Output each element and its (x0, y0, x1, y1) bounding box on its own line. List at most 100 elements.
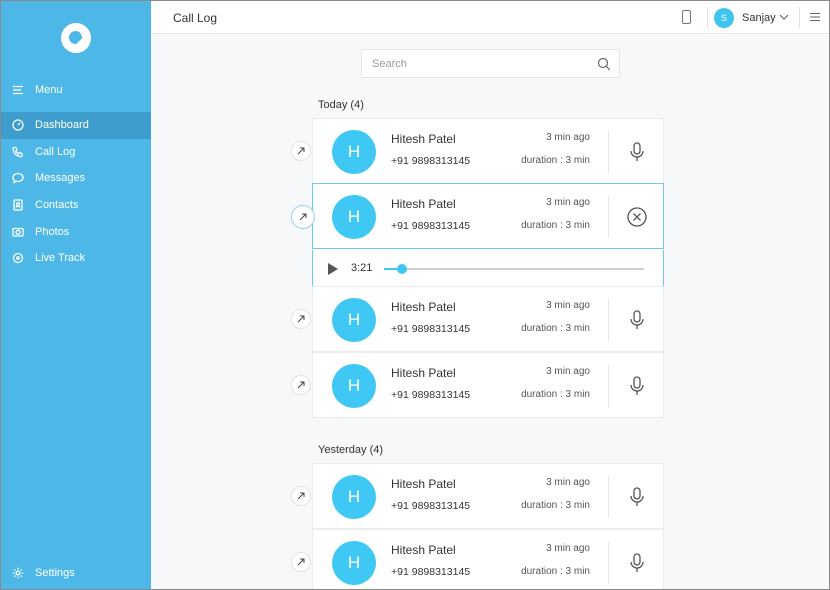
recording-button[interactable] (625, 308, 649, 332)
play-icon[interactable] (328, 263, 338, 275)
contact-avatar: H (332, 195, 376, 239)
outgoing-call-icon (291, 552, 311, 572)
call-time: 3 min ago (546, 132, 590, 143)
contact-number: +91 9898313145 (391, 500, 471, 512)
chevron-down-icon[interactable] (778, 11, 790, 23)
sidebar: Menu Dashboard Call Log Messages Contact… (1, 1, 151, 589)
call-time: 3 min ago (546, 300, 590, 311)
contact-avatar: H (332, 475, 376, 519)
app-logo (61, 23, 91, 53)
outgoing-call-icon (291, 375, 311, 395)
search-input[interactable] (372, 56, 582, 72)
divider (608, 365, 609, 407)
top-bar: Call Log S Sanjay (151, 1, 829, 34)
recording-button[interactable] (625, 140, 649, 164)
menu-toggle[interactable]: Menu (1, 81, 151, 99)
sidebar-item-messages[interactable]: Messages (1, 165, 151, 192)
contact-number: +91 9898313145 (391, 220, 471, 232)
divider (608, 196, 609, 238)
contact-name: Hitesh Patel (391, 197, 456, 211)
contact-name: Hitesh Patel (391, 477, 456, 491)
call-item[interactable]: H Hitesh Patel +91 9898313145 3 min ago … (312, 286, 664, 352)
contact-number: +91 9898313145 (391, 389, 471, 401)
microphone-icon (630, 310, 644, 329)
contact-name: Hitesh Patel (391, 366, 456, 380)
call-time: 3 min ago (546, 197, 590, 208)
microphone-icon (630, 142, 644, 161)
sidebar-item-contacts[interactable]: Contacts (1, 192, 151, 219)
menu-label: Menu (35, 84, 63, 96)
outgoing-call-icon (291, 486, 311, 506)
sidebar-item-label: Photos (35, 225, 70, 238)
sidebar-item-photos[interactable]: Photos (1, 218, 151, 245)
location-icon (1, 252, 35, 264)
call-duration: duration : 3 min (521, 500, 590, 511)
sidebar-item-label: Contacts (35, 199, 79, 212)
call-item[interactable]: H Hitesh Patel +91 9898313145 3 min ago … (312, 529, 664, 589)
outgoing-call-icon (291, 141, 311, 161)
recording-button[interactable] (625, 485, 649, 509)
outgoing-call-icon (291, 205, 315, 229)
call-time: 3 min ago (546, 366, 590, 377)
contact-number: +91 9898313145 (391, 155, 471, 167)
contact-name: Hitesh Patel (391, 132, 456, 146)
sidebar-nav: Dashboard Call Log Messages Contacts Pho… (1, 112, 151, 272)
contact-number: +91 9898313145 (391, 323, 471, 335)
hamburger-icon (1, 84, 35, 96)
device-icon[interactable] (682, 10, 691, 24)
sidebar-item-settings[interactable]: Settings (1, 563, 151, 583)
search-box (361, 49, 620, 78)
microphone-icon (630, 553, 644, 572)
contacts-icon (1, 199, 35, 211)
call-item-selected[interactable]: H Hitesh Patel +91 9898313145 3 min ago … (312, 183, 664, 249)
audio-player: 3:21 (312, 250, 664, 288)
recording-button[interactable] (625, 374, 649, 398)
contact-avatar: H (332, 541, 376, 585)
seek-handle[interactable] (397, 264, 408, 274)
contact-avatar: H (332, 364, 376, 408)
section-label-today: Today (4) (318, 99, 364, 111)
sidebar-item-live-track[interactable]: Live Track (1, 245, 151, 272)
section-label-yesterday: Yesterday (4) (318, 444, 384, 456)
contact-avatar: H (332, 298, 376, 342)
sidebar-item-label: Messages (35, 172, 86, 185)
contact-name: Hitesh Patel (391, 300, 456, 314)
call-time: 3 min ago (546, 477, 590, 488)
seek-bar[interactable] (384, 264, 644, 274)
call-duration: duration : 3 min (521, 323, 590, 334)
call-item[interactable]: H Hitesh Patel +91 9898313145 3 min ago … (312, 352, 664, 418)
sidebar-item-label: Dashboard (35, 119, 89, 132)
close-circle-icon (627, 207, 647, 227)
sidebar-item-call-log[interactable]: Call Log (1, 139, 151, 166)
microphone-icon (630, 487, 644, 506)
settings-label: Settings (35, 567, 75, 579)
call-log-content: Today (4) H Hitesh Patel +91 9898313145 … (151, 35, 829, 589)
app-window: Menu Dashboard Call Log Messages Contact… (0, 0, 830, 590)
call-duration: duration : 3 min (521, 220, 590, 231)
microphone-icon (630, 376, 644, 395)
contact-number: +91 9898313145 (391, 566, 471, 578)
playback-time: 3:21 (351, 262, 373, 274)
call-item[interactable]: H Hitesh Patel +91 9898313145 3 min ago … (312, 463, 664, 529)
chat-icon (1, 172, 35, 185)
outgoing-call-icon (291, 309, 311, 329)
sidebar-item-dashboard[interactable]: Dashboard (1, 112, 151, 139)
close-player-button[interactable] (625, 205, 649, 229)
page-title: Call Log (173, 11, 218, 25)
contact-name: Hitesh Patel (391, 543, 456, 557)
dashboard-icon (1, 119, 35, 131)
call-time: 3 min ago (546, 543, 590, 554)
divider (608, 299, 609, 341)
user-name[interactable]: Sanjay (742, 12, 776, 24)
divider (608, 131, 609, 173)
divider (707, 7, 708, 28)
search-icon[interactable] (597, 57, 611, 71)
divider (799, 7, 800, 28)
call-duration: duration : 3 min (521, 155, 590, 166)
divider (608, 542, 609, 584)
call-item[interactable]: H Hitesh Patel +91 9898313145 3 min ago … (312, 118, 664, 184)
divider (608, 476, 609, 518)
avatar[interactable]: S (714, 8, 734, 28)
hamburger-icon[interactable] (810, 12, 820, 22)
recording-button[interactable] (625, 551, 649, 575)
